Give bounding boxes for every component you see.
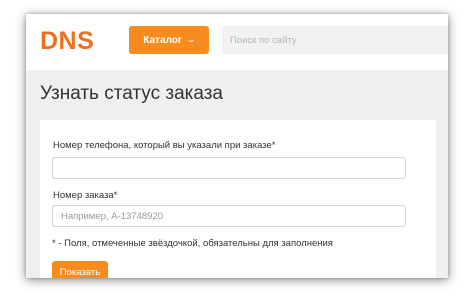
order-number-label: Номер заказа*	[53, 190, 118, 201]
dns-logo[interactable]: DNS	[40, 28, 94, 54]
phone-field[interactable]	[52, 157, 406, 179]
catalog-button-label: Каталог	[143, 34, 183, 46]
phone-field-label: Номер телефона, который вы указали при з…	[53, 140, 276, 151]
catalog-button[interactable]: Каталог ⌄	[129, 26, 209, 54]
site-header: DNS Каталог ⌄	[26, 14, 448, 70]
required-fields-note: * - Поля, отмеченные звёздочкой, обязате…	[52, 238, 333, 249]
page-title: Узнать статус заказа	[40, 83, 223, 104]
chevron-down-icon: ⌄	[186, 35, 197, 44]
browser-viewport: DNS Каталог ⌄ Узнать статус заказа Номер…	[26, 14, 448, 278]
search-input[interactable]	[222, 26, 448, 54]
order-number-field[interactable]	[52, 205, 406, 227]
show-button[interactable]: Показать	[52, 261, 108, 278]
order-status-form: Номер телефона, который вы указали при з…	[40, 120, 436, 278]
